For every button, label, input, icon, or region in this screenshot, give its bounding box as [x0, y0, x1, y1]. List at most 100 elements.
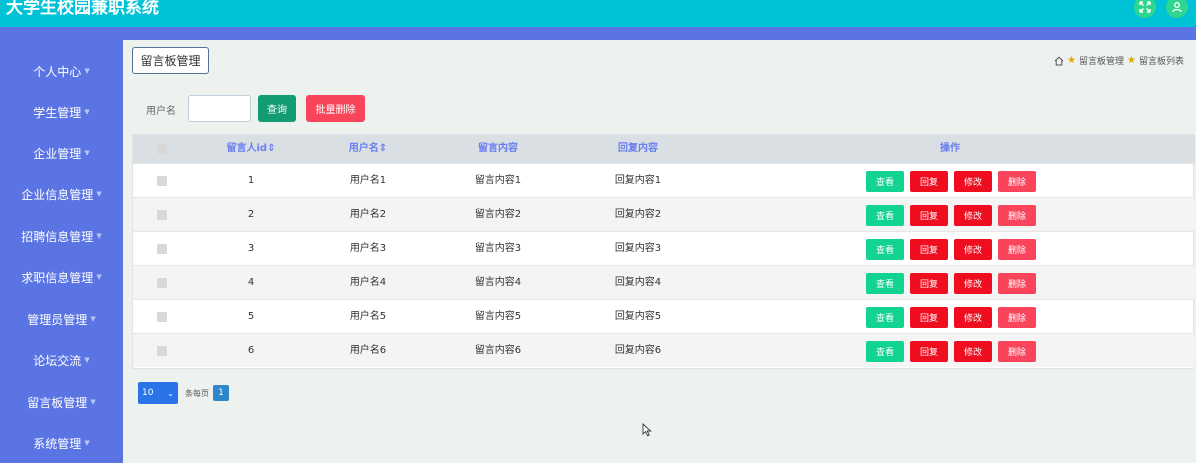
edit-button[interactable]: 修改	[954, 307, 992, 328]
view-button[interactable]: 查看	[866, 307, 904, 328]
view-button[interactable]: 查看	[866, 341, 904, 362]
page-size-value: 10	[142, 388, 154, 398]
delete-button[interactable]: 删除	[998, 239, 1036, 260]
table-row: 3 用户名3 留言内容3 回复内容3 查看 回复 修改 删除	[133, 231, 1195, 265]
sidebar-item-companies[interactable]: 企业管理 ▼	[0, 138, 123, 168]
table-header: 留言人id⇕ 用户名⇕ 留言内容 回复内容 操作	[133, 135, 1195, 163]
cell-reply: 回复内容3	[614, 243, 662, 254]
column-header-id[interactable]: 留言人id⇕	[211, 135, 291, 163]
select-all-checkbox[interactable]	[157, 144, 167, 154]
cell-content: 留言内容4	[474, 277, 522, 288]
sidebar-item-system[interactable]: 系统管理 ▼	[0, 428, 123, 458]
cell-username: 用户名2	[349, 209, 387, 220]
page-number-button[interactable]: 1	[213, 385, 229, 401]
table-row: 6 用户名6 留言内容6 回复内容6 查看 回复 修改 删除	[133, 333, 1195, 367]
cell-id: 4	[247, 277, 255, 288]
home-icon[interactable]	[1054, 56, 1064, 66]
header-strip	[0, 27, 1196, 40]
delete-button[interactable]: 删除	[998, 273, 1036, 294]
cell-username: 用户名1	[349, 175, 387, 186]
edit-button[interactable]: 修改	[954, 341, 992, 362]
reply-button[interactable]: 回复	[910, 341, 948, 362]
batch-delete-button[interactable]: 批量删除	[306, 95, 365, 122]
cell-id: 1	[247, 175, 255, 186]
sidebar-item-admins[interactable]: 管理员管理 ▼	[0, 304, 123, 334]
chevron-down-icon: ▼	[96, 273, 102, 281]
username-search-input[interactable]	[188, 95, 251, 122]
user-icon[interactable]	[1166, 0, 1188, 18]
page-size-select[interactable]: 10 ⌄	[138, 382, 178, 404]
chevron-down-icon: ▼	[84, 108, 90, 116]
chevron-down-icon: ▼	[84, 67, 90, 75]
sidebar-item-job-seeking[interactable]: 求职信息管理 ▼	[0, 262, 123, 292]
reply-button[interactable]: 回复	[910, 273, 948, 294]
edit-button[interactable]: 修改	[954, 171, 992, 192]
chevron-down-icon: ▼	[90, 398, 96, 406]
sidebar-item-personal-center[interactable]: 个人中心 ▼	[0, 56, 123, 86]
chevron-down-icon: ▼	[96, 232, 102, 240]
delete-button[interactable]: 删除	[998, 205, 1036, 226]
edit-button[interactable]: 修改	[954, 239, 992, 260]
cell-content: 留言内容6	[474, 345, 522, 356]
row-checkbox[interactable]	[157, 244, 167, 254]
table-row: 5 用户名5 留言内容5 回复内容5 查看 回复 修改 删除	[133, 299, 1195, 333]
column-header-content: 留言内容	[478, 143, 518, 154]
view-button[interactable]: 查看	[866, 205, 904, 226]
cell-content: 留言内容3	[474, 243, 522, 254]
sidebar-item-label: 个人中心	[33, 64, 82, 79]
cell-username: 用户名5	[349, 311, 387, 322]
app-title: 大学生校园兼职系统	[6, 0, 159, 18]
view-button[interactable]: 查看	[866, 273, 904, 294]
edit-button[interactable]: 修改	[954, 205, 992, 226]
query-button[interactable]: 查询	[258, 95, 296, 122]
sidebar: 个人中心 ▼ 学生管理 ▼ 企业管理 ▼ 企业信息管理 ▼ 招聘信息管理 ▼ 求职信息管理…	[0, 40, 123, 463]
row-checkbox[interactable]	[157, 210, 167, 220]
sidebar-item-label: 企业管理	[33, 146, 82, 161]
row-checkbox[interactable]	[157, 278, 167, 288]
sidebar-item-forum[interactable]: 论坛交流 ▼	[0, 345, 123, 375]
reply-button[interactable]: 回复	[910, 239, 948, 260]
cell-reply: 回复内容4	[614, 277, 662, 288]
section-title-button[interactable]: 留言板管理	[132, 47, 209, 74]
delete-button[interactable]: 删除	[998, 307, 1036, 328]
sidebar-item-students[interactable]: 学生管理 ▼	[0, 97, 123, 127]
chevron-down-icon: ▼	[96, 190, 102, 198]
sidebar-item-label: 学生管理	[33, 105, 82, 120]
chevron-down-icon: ▼	[90, 315, 96, 323]
cell-username: 用户名6	[349, 345, 387, 356]
delete-button[interactable]: 删除	[998, 171, 1036, 192]
per-page-label: 条每页	[185, 389, 209, 398]
sidebar-item-message-board[interactable]: 留言板管理 ▼	[0, 387, 123, 417]
sidebar-item-label: 招聘信息管理	[21, 229, 94, 244]
view-button[interactable]: 查看	[866, 171, 904, 192]
sidebar-item-label: 系统管理	[33, 436, 82, 451]
fullscreen-icon[interactable]	[1134, 0, 1156, 18]
sidebar-item-company-info[interactable]: 企业信息管理 ▼	[0, 179, 123, 209]
sidebar-item-label: 论坛交流	[33, 353, 82, 368]
chevron-down-icon: ▼	[84, 356, 90, 364]
cell-id: 3	[247, 243, 255, 254]
column-header-username[interactable]: 用户名⇕	[328, 135, 408, 163]
delete-button[interactable]: 删除	[998, 341, 1036, 362]
cell-reply: 回复内容6	[614, 345, 662, 356]
table-row: 4 用户名4 留言内容4 回复内容4 查看 回复 修改 删除	[133, 265, 1195, 299]
view-button[interactable]: 查看	[866, 239, 904, 260]
cell-username: 用户名3	[349, 243, 387, 254]
reply-button[interactable]: 回复	[910, 205, 948, 226]
sidebar-item-recruitment[interactable]: 招聘信息管理 ▼	[0, 221, 123, 251]
row-checkbox[interactable]	[157, 346, 167, 356]
breadcrumb-item[interactable]: 留言板管理	[1079, 54, 1124, 67]
sidebar-item-label: 企业信息管理	[21, 187, 94, 202]
row-checkbox[interactable]	[157, 176, 167, 186]
edit-button[interactable]: 修改	[954, 273, 992, 294]
reply-button[interactable]: 回复	[910, 307, 948, 328]
table-row: 1 用户名1 留言内容1 回复内容1 查看 回复 修改 删除	[133, 163, 1195, 197]
cell-content: 留言内容1	[474, 175, 522, 186]
reply-button[interactable]: 回复	[910, 171, 948, 192]
column-header-actions: 操作	[940, 143, 960, 154]
top-bar: 大学生校园兼职系统	[0, 0, 1196, 27]
cell-id: 2	[247, 209, 255, 220]
row-checkbox[interactable]	[157, 312, 167, 322]
cell-content: 留言内容5	[474, 311, 522, 322]
mouse-cursor-icon	[642, 423, 652, 437]
